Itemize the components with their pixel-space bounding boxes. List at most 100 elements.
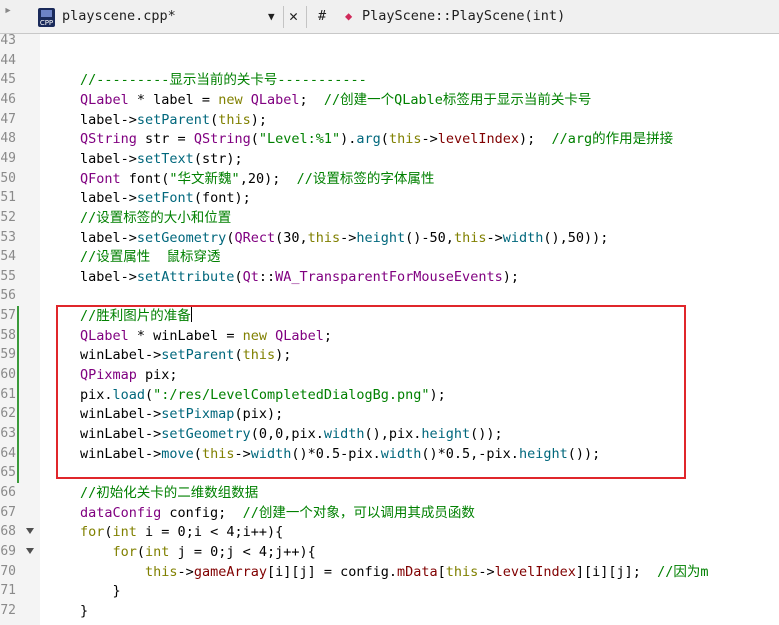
- line-number: 52: [0, 209, 16, 225]
- cpp-file-icon: CPP: [38, 8, 55, 27]
- code-line[interactable]: 45 //---------显示当前的关卡号-----------: [0, 70, 779, 90]
- code-token: ][i][j];: [575, 563, 658, 580]
- modified-line-marker: [17, 463, 19, 484]
- code-line[interactable]: 52 //设置标签的大小和位置: [0, 208, 779, 228]
- current-function-selector[interactable]: PlayScene::PlayScene(int): [362, 0, 565, 33]
- code-token: for: [112, 543, 137, 560]
- code-line[interactable]: 54 //设置属性 鼠标穿透: [0, 247, 779, 267]
- code-token: //设置属性 鼠标穿透: [80, 249, 221, 266]
- code-line[interactable]: 47 label->setParent(this);: [0, 110, 779, 130]
- code-token: mData: [397, 563, 438, 580]
- line-number: 62: [0, 406, 16, 422]
- code-token: i = 0;i < 4;i++){: [136, 524, 284, 541]
- line-number: 65: [0, 465, 16, 481]
- toolbar-left-arrow-icon[interactable]: ▸: [4, 0, 12, 27]
- code-token: this: [218, 111, 251, 128]
- code-token: //创建一个对象，可以调用其成员函数: [242, 504, 475, 521]
- code-token: this: [453, 229, 487, 246]
- code-line[interactable]: 49 label->setText(str);: [0, 149, 779, 169]
- line-number: 63: [0, 426, 16, 441]
- code-token: setAttribute: [136, 268, 235, 285]
- line-number: 49: [0, 150, 16, 166]
- line-number: 71: [0, 583, 16, 599]
- code-token: arg: [356, 131, 381, 148]
- code-token: //设置标签的字体属性: [296, 170, 435, 187]
- modified-line-marker: [17, 306, 19, 327]
- code-token: ->: [177, 563, 194, 580]
- code-token: QFont: [80, 170, 121, 187]
- code-line[interactable]: 44: [0, 51, 779, 71]
- code-token: (: [104, 524, 113, 541]
- code-token: (font);: [193, 190, 251, 207]
- line-number: 57: [0, 308, 16, 324]
- line-number: 46: [0, 91, 16, 107]
- code-line[interactable]: 67 dataConfig config; //创建一个对象，可以调用其成员函数: [0, 503, 779, 523]
- code-line[interactable]: 46 QLabel * label = new QLabel; //创建一个QLa…: [0, 90, 779, 110]
- open-file-name[interactable]: playscene.cpp*: [62, 0, 176, 33]
- code-token: "华文新魏": [169, 170, 240, 187]
- code-token: (: [136, 543, 146, 560]
- code-token: );: [519, 131, 552, 148]
- fold-arrow-icon[interactable]: [26, 528, 34, 535]
- code-line[interactable]: 72}: [0, 601, 779, 621]
- line-number: 59: [0, 347, 16, 363]
- code-line[interactable]: 55 label->setAttribute(Qt::WA_Transparent…: [0, 267, 779, 287]
- code-token: QRect: [234, 229, 276, 246]
- code-text: QString str = QString("Level:%1").arg(th…: [80, 129, 673, 149]
- line-number: 44: [0, 52, 16, 68]
- line-number: 43: [0, 33, 16, 48]
- editor-toolbar: ▸ CPP playscene.cpp* ▼ ✕ # ◆ PlayScene::…: [0, 0, 779, 34]
- code-line[interactable]: 69 for(int j = 0;j < 4;j++){: [0, 542, 779, 562]
- code-token: j = 0;j < 4;j++){: [169, 543, 316, 560]
- code-token: ,20);: [239, 170, 297, 187]
- code-token: for: [80, 524, 105, 541]
- code-text: //---------显示当前的关卡号-----------: [80, 70, 367, 90]
- code-token: width: [502, 229, 544, 246]
- line-number: 70: [0, 563, 16, 579]
- code-text: QLabel * label = new QLabel; //创建一个QLabl…: [80, 90, 591, 110]
- code-token: ->: [486, 229, 503, 246]
- code-text: //初始化关卡的二维数组数据: [80, 483, 258, 503]
- code-line[interactable]: 68 for(int i = 0;i < 4;i++){: [0, 522, 779, 542]
- code-token: ;: [299, 91, 324, 108]
- code-token: //arg的作用是拼接: [551, 131, 674, 148]
- line-number: 69: [0, 543, 16, 559]
- code-text: label->setParent(this);: [80, 110, 267, 130]
- code-line[interactable]: 66 //初始化关卡的二维数组数据: [0, 483, 779, 503]
- code-token: ->: [340, 229, 357, 246]
- code-token: (),50));: [543, 229, 609, 246]
- code-token: ).: [340, 131, 357, 148]
- code-token: (30,: [275, 229, 308, 246]
- code-token: (: [234, 268, 243, 285]
- code-token: );: [502, 268, 519, 285]
- code-token: setText: [136, 150, 194, 167]
- code-token: label->: [80, 190, 137, 207]
- code-token: label->: [80, 268, 137, 285]
- file-dropdown-icon[interactable]: ▼: [268, 0, 275, 33]
- code-line[interactable]: 53 label->setGeometry(QRect(30,this->heig…: [0, 228, 779, 248]
- symbols-hash-label[interactable]: #: [318, 0, 326, 33]
- line-number: 58: [0, 327, 16, 343]
- code-line[interactable]: 51 label->setFont(font);: [0, 188, 779, 208]
- code-token: Qt: [242, 268, 259, 285]
- line-number: 53: [0, 229, 16, 245]
- code-line[interactable]: 48 QString str = QString("Level:%1").arg(…: [0, 129, 779, 149]
- code-line[interactable]: 50 QFont font("华文新魏",20); //设置标签的字体属性: [0, 169, 779, 189]
- code-text: this->gameArray[i][j] = config.mData[thi…: [80, 562, 709, 582]
- code-token: this: [445, 563, 479, 580]
- code-line[interactable]: 70 this->gameArray[i][j] = config.mData[…: [0, 562, 779, 582]
- line-number: 48: [0, 131, 16, 147]
- code-token: dataConfig: [80, 504, 162, 521]
- code-text: label->setFont(font);: [80, 188, 251, 208]
- highlight-annotation-box: [56, 305, 686, 479]
- line-number: 55: [0, 268, 16, 284]
- toolbar-divider: [306, 6, 307, 28]
- line-number: 45: [0, 72, 16, 88]
- close-file-icon[interactable]: ✕: [289, 0, 298, 33]
- fold-arrow-icon[interactable]: [26, 547, 34, 554]
- code-text: QFont font("华文新魏",20); //设置标签的字体属性: [80, 169, 434, 189]
- code-line[interactable]: 43: [0, 31, 779, 51]
- code-line[interactable]: 71 }: [0, 581, 779, 601]
- code-line[interactable]: 56: [0, 286, 779, 306]
